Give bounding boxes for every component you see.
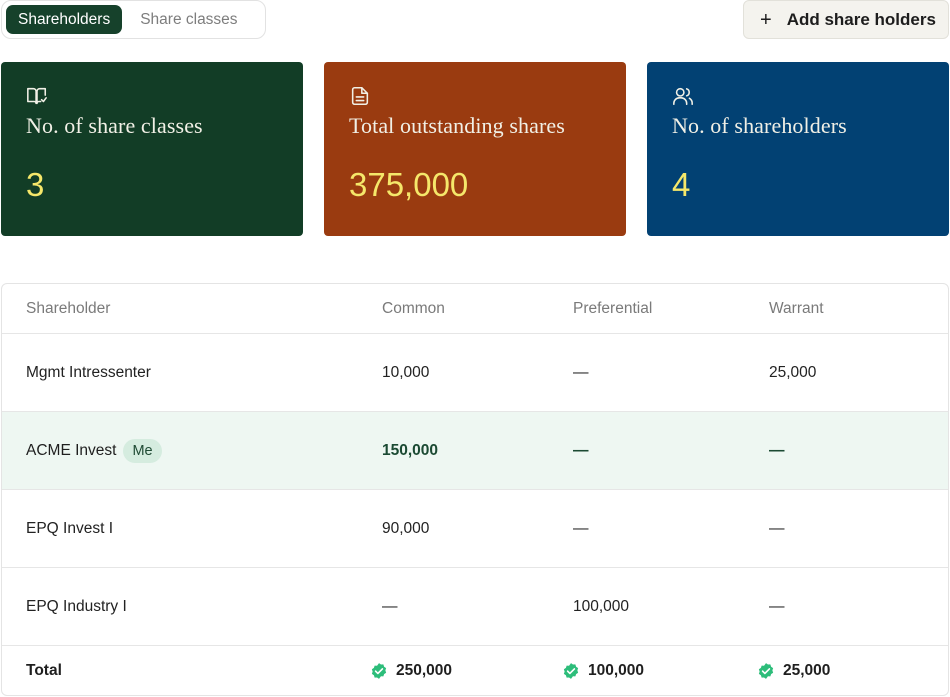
total-common: 250,000 xyxy=(396,662,453,679)
common-shares: 90,000 xyxy=(382,519,430,537)
card-label: Total outstanding shares xyxy=(349,113,565,138)
card-label: No. of share classes xyxy=(26,113,203,138)
table-row-current-user[interactable]: ACME Invest Me 150,000 — — xyxy=(2,412,948,490)
card-value: 3 xyxy=(26,166,45,203)
shareholder-name: EPQ Industry I xyxy=(26,597,127,615)
card-label: No. of shareholders xyxy=(672,113,847,138)
total-warrant: 25,000 xyxy=(783,662,831,679)
book-icon xyxy=(27,87,47,105)
view-tabs: Shareholders Share classes xyxy=(1,0,266,39)
warrant-shares: 25,000 xyxy=(769,363,817,381)
card-value: 4 xyxy=(672,166,691,203)
warrant-shares: — xyxy=(769,519,785,537)
total-common-cell: 250,000 xyxy=(370,662,452,680)
shareholder-name-cell: ACME Invest Me xyxy=(26,438,162,463)
table-row[interactable]: Mgmt Intressenter 10,000 — 25,000 xyxy=(2,334,948,412)
check-badge-icon xyxy=(758,663,774,679)
tab-shareholders[interactable]: Shareholders xyxy=(6,5,123,34)
table-header-row: Shareholder Common Preferential Warrant xyxy=(2,284,948,334)
card-value: 375,000 xyxy=(349,166,469,203)
preferential-shares: 100,000 xyxy=(573,597,630,615)
total-preferential: 100,000 xyxy=(588,662,645,679)
total-preferential-cell: 100,000 xyxy=(562,662,644,680)
outstanding-shares-card: Total outstanding shares 375,000 xyxy=(324,62,626,236)
plus-icon: + xyxy=(760,8,772,31)
table-row[interactable]: EPQ Industry I — 100,000 — xyxy=(2,568,948,646)
preferential-shares: — xyxy=(573,363,589,381)
warrant-shares: — xyxy=(769,597,785,615)
shareholders-count-card: No. of shareholders 4 xyxy=(647,62,949,236)
column-header-warrant[interactable]: Warrant xyxy=(769,300,824,318)
check-badge-icon xyxy=(563,663,579,679)
shareholder-name: ACME Invest xyxy=(26,441,117,459)
column-header-common[interactable]: Common xyxy=(382,300,445,318)
add-share-holders-label: Add share holders xyxy=(786,9,936,29)
column-header-preferential[interactable]: Preferential xyxy=(573,300,652,318)
warrant-shares: — xyxy=(769,441,785,459)
total-label: Total xyxy=(26,662,62,679)
preferential-shares: — xyxy=(573,519,589,537)
check-badge-icon xyxy=(371,663,387,679)
shareholders-table: Shareholder Common Preferential Warrant … xyxy=(1,283,949,696)
table-row[interactable]: EPQ Invest I 90,000 — — xyxy=(2,490,948,568)
common-shares: — xyxy=(382,597,398,615)
shareholder-name: Mgmt Intressenter xyxy=(26,363,151,381)
common-shares: 150,000 xyxy=(382,441,439,459)
common-shares: 10,000 xyxy=(382,363,430,381)
users-icon xyxy=(673,87,693,106)
share-classes-card: No. of share classes 3 xyxy=(1,62,303,236)
document-icon xyxy=(351,86,369,106)
table-total-row: Total 250,000 100,000 25,000 xyxy=(2,646,948,695)
add-share-holders-button[interactable]: + Add share holders xyxy=(743,0,949,39)
preferential-shares: — xyxy=(573,441,589,459)
shareholder-name: EPQ Invest I xyxy=(26,519,114,537)
tab-share-classes[interactable]: Share classes xyxy=(128,5,249,34)
me-badge: Me xyxy=(123,438,162,463)
column-header-shareholder[interactable]: Shareholder xyxy=(26,300,110,318)
total-warrant-cell: 25,000 xyxy=(757,662,830,680)
